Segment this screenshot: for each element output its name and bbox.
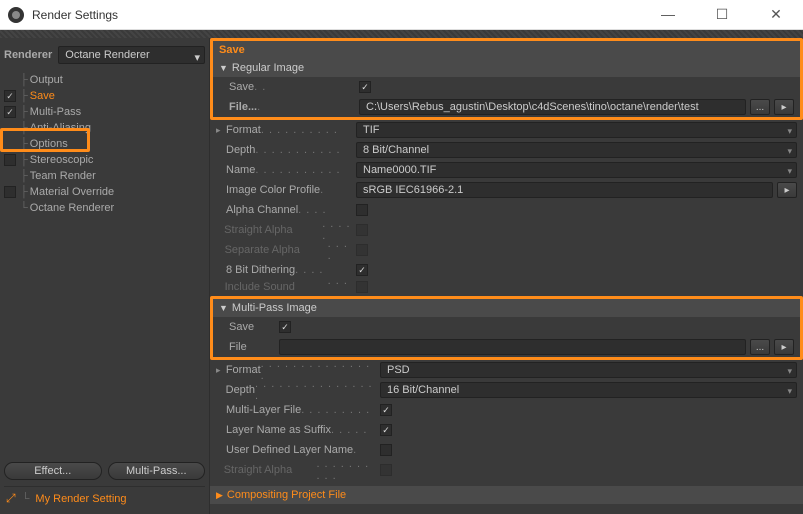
tree-item-stereoscopic[interactable]: ├ Stereoscopic — [0, 152, 209, 168]
tree-item-multipass[interactable]: ├ Multi-Pass — [0, 104, 209, 120]
separate-alpha-label: Separate Alpha — [225, 244, 328, 256]
maximize-button[interactable]: ☐ — [707, 6, 737, 23]
straight-alpha-label: Straight Alpha — [224, 224, 322, 236]
highlight-regular-top: Save ▼ Regular Image Save . . File... . … — [210, 38, 803, 120]
path-go-button[interactable]: ▸ — [774, 99, 794, 115]
mp-go-button[interactable]: ▸ — [774, 339, 794, 355]
renderer-value: Octane Renderer — [65, 49, 149, 61]
depth-label: Depth — [226, 144, 255, 156]
regular-save-label: Save — [229, 81, 254, 93]
mlf-label: Multi-Layer File — [226, 404, 301, 416]
tree-item-material-override[interactable]: ├ Material Override — [0, 184, 209, 200]
multipass-checkbox[interactable] — [4, 106, 16, 118]
highlight-multipass-top: ▼ Multi-Pass Image Save File ... ▸ — [210, 296, 803, 360]
toolbar-gripper — [0, 30, 803, 38]
alpha-label: Alpha Channel — [226, 204, 298, 216]
section-multipass-image[interactable]: ▼ Multi-Pass Image — [213, 299, 800, 317]
close-button[interactable]: ✕ — [761, 6, 791, 23]
mp-format-label: Format — [226, 364, 261, 376]
dither-label: 8 Bit Dithering — [226, 264, 295, 276]
udln-label: User Defined Layer Name — [226, 444, 353, 456]
tree-item-options[interactable]: ├ Options — [0, 136, 209, 152]
render-setting-name: My Render Setting — [35, 493, 126, 505]
renderer-dropdown[interactable]: Octane Renderer ▾ — [58, 46, 205, 64]
sound-label: Include Sound — [225, 281, 328, 293]
effect-button[interactable]: Effect... — [4, 462, 102, 480]
lns-checkbox[interactable] — [380, 424, 392, 436]
format-dropdown[interactable]: TIF▾ — [356, 122, 797, 138]
depth-dropdown[interactable]: 8 Bit/Channel▾ — [356, 142, 797, 158]
app-icon — [8, 7, 24, 23]
tree-item-antialiasing[interactable]: ├ Anti-Aliasing — [0, 120, 209, 136]
settings-tree: ├ Output ├ Save ├ Multi-Pass ├ Anti-Alia… — [0, 72, 209, 216]
titlebar[interactable]: Render Settings — ☐ ✕ — [0, 0, 803, 30]
renderer-label: Renderer — [4, 49, 52, 61]
mp-browse-button[interactable]: ... — [750, 339, 770, 355]
chevron-down-icon: ▾ — [787, 126, 792, 137]
material-override-checkbox[interactable] — [4, 186, 16, 198]
separate-alpha-checkbox — [356, 244, 368, 256]
mlf-checkbox[interactable] — [380, 404, 392, 416]
regular-file-label: File... — [229, 101, 257, 113]
chevron-down-icon: ▾ — [787, 166, 792, 177]
tree-item-output[interactable]: ├ Output — [0, 72, 209, 88]
expander-icon[interactable]: ▸ — [216, 365, 226, 376]
sidebar: Renderer Octane Renderer ▾ ├ Output ├ Sa… — [0, 38, 210, 514]
render-settings-window: Render Settings — ☐ ✕ Renderer Octane Re… — [0, 0, 803, 514]
regular-file-input[interactable]: C:\Users\Rebus_agustin\Desktop\c4dScenes… — [359, 99, 746, 115]
icp-input[interactable]: sRGB IEC61966-2.1 — [356, 182, 773, 198]
browse-button[interactable]: ... — [750, 99, 770, 115]
tree-item-team-render[interactable]: ├ Team Render — [0, 168, 209, 184]
icp-go-button[interactable]: ▸ — [777, 182, 797, 198]
minimize-button[interactable]: — — [653, 6, 683, 23]
save-checkbox[interactable] — [4, 90, 16, 102]
expand-icon: ⤢ — [6, 491, 16, 506]
name-label: Name — [226, 164, 255, 176]
section-regular-image[interactable]: ▼ Regular Image — [213, 59, 800, 77]
mp-format-dropdown[interactable]: PSD▾ — [380, 362, 797, 378]
window-title: Render Settings — [32, 8, 653, 22]
disclosure-triangle-icon: ▶ — [216, 490, 223, 501]
icp-label: Image Color Profile — [226, 184, 320, 196]
mp-save-label: Save — [229, 321, 254, 333]
udln-checkbox[interactable] — [380, 444, 392, 456]
mp-depth-dropdown[interactable]: 16 Bit/Channel▾ — [380, 382, 797, 398]
stereoscopic-checkbox[interactable] — [4, 154, 16, 166]
chevron-down-icon: ▾ — [787, 366, 792, 377]
mp-straight-label: Straight Alpha — [224, 464, 317, 476]
chevron-down-icon: ▾ — [787, 386, 792, 397]
format-label: Format — [226, 124, 261, 136]
section-compositing[interactable]: ▶ Compositing Project File — [210, 486, 803, 504]
chevron-down-icon: ▾ — [787, 146, 792, 157]
mp-file-label: File — [229, 341, 247, 353]
regular-save-checkbox[interactable] — [359, 81, 371, 93]
alpha-checkbox[interactable] — [356, 204, 368, 216]
mp-save-checkbox[interactable] — [279, 321, 291, 333]
expander-icon[interactable]: ▸ — [216, 125, 226, 136]
render-setting-row[interactable]: ⤢ └ My Render Setting — [4, 486, 205, 510]
sound-checkbox — [356, 281, 368, 293]
tree-item-octane-renderer[interactable]: └ Octane Renderer — [0, 200, 209, 216]
main-panel: Save ▼ Regular Image Save . . File... . … — [210, 38, 803, 514]
lns-label: Layer Name as Suffix — [226, 424, 331, 436]
disclosure-triangle-icon: ▼ — [219, 303, 228, 313]
name-dropdown[interactable]: Name0000.TIF▾ — [356, 162, 797, 178]
mp-depth-label: Depth — [226, 384, 255, 396]
mp-straight-checkbox — [380, 464, 392, 476]
straight-alpha-checkbox — [356, 224, 368, 236]
chevron-down-icon: ▾ — [194, 51, 200, 64]
dither-checkbox[interactable] — [356, 264, 368, 276]
tree-item-save[interactable]: ├ Save — [0, 88, 209, 104]
multipass-button[interactable]: Multi-Pass... — [108, 462, 206, 480]
tab-header-save: Save — [213, 41, 800, 59]
disclosure-triangle-icon: ▼ — [219, 63, 228, 73]
mp-file-input[interactable] — [279, 339, 746, 355]
